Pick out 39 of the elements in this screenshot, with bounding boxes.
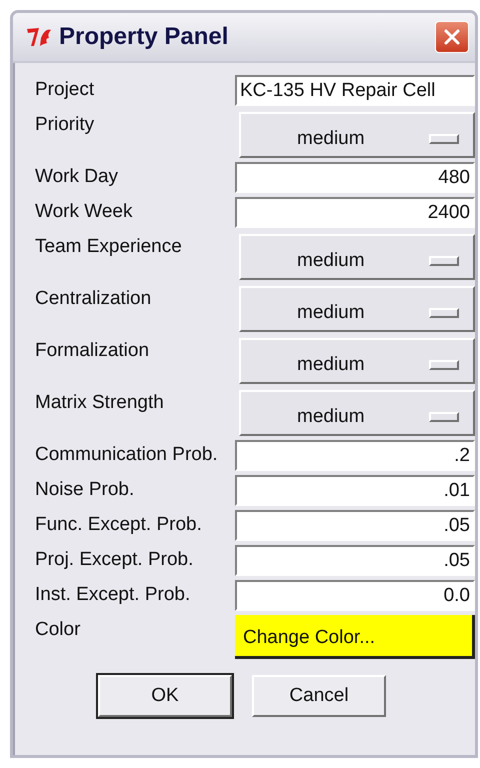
input-field[interactable]: 0.0 [235, 580, 475, 611]
field-label: Communication Prob. [35, 443, 219, 467]
field-label: Color [35, 618, 82, 642]
field-label: Work Week [35, 200, 134, 224]
option-menu[interactable]: medium [239, 234, 475, 280]
menu-indicator-icon [429, 360, 459, 370]
field-label: Formalization [35, 339, 150, 363]
close-button[interactable] [435, 21, 469, 53]
menu-indicator-icon [429, 412, 459, 422]
menu-indicator-icon [429, 256, 459, 266]
field-label: Matrix Strength [35, 391, 165, 415]
menu-indicator-icon [429, 308, 459, 318]
field-label: Proj. Except. Prob. [35, 548, 194, 572]
field-label: Centralization [35, 287, 152, 311]
option-menu[interactable]: medium [239, 286, 475, 332]
input-field[interactable]: KC-135 HV Repair Cell [235, 75, 475, 106]
field-label: Work Day [35, 165, 120, 189]
input-field[interactable]: .01 [235, 475, 475, 506]
field-label: Priority [35, 113, 96, 137]
field-label: Project [35, 78, 96, 102]
feather-icon [25, 26, 53, 48]
option-menu[interactable]: medium [239, 338, 475, 384]
dialog-button[interactable]: Cancel [252, 675, 386, 717]
menu-indicator-icon [429, 134, 459, 144]
input-field[interactable]: 480 [235, 162, 475, 193]
change-color-button[interactable]: Change Color... [235, 615, 475, 659]
dialog-button[interactable]: OK [98, 675, 232, 717]
field-label: Inst. Except. Prob. [35, 583, 192, 607]
input-field[interactable]: .2 [235, 440, 475, 471]
field-label: Noise Prob. [35, 478, 136, 502]
field-label: Func. Except. Prob. [35, 513, 203, 537]
input-field[interactable]: 2400 [235, 197, 475, 228]
option-menu[interactable]: medium [239, 112, 475, 158]
input-field[interactable]: .05 [235, 510, 475, 541]
input-field[interactable]: .05 [235, 545, 475, 576]
close-icon [442, 27, 462, 47]
window-title: Property Panel [59, 23, 230, 51]
option-menu[interactable]: medium [239, 390, 475, 436]
field-label: Team Experience [35, 235, 183, 259]
